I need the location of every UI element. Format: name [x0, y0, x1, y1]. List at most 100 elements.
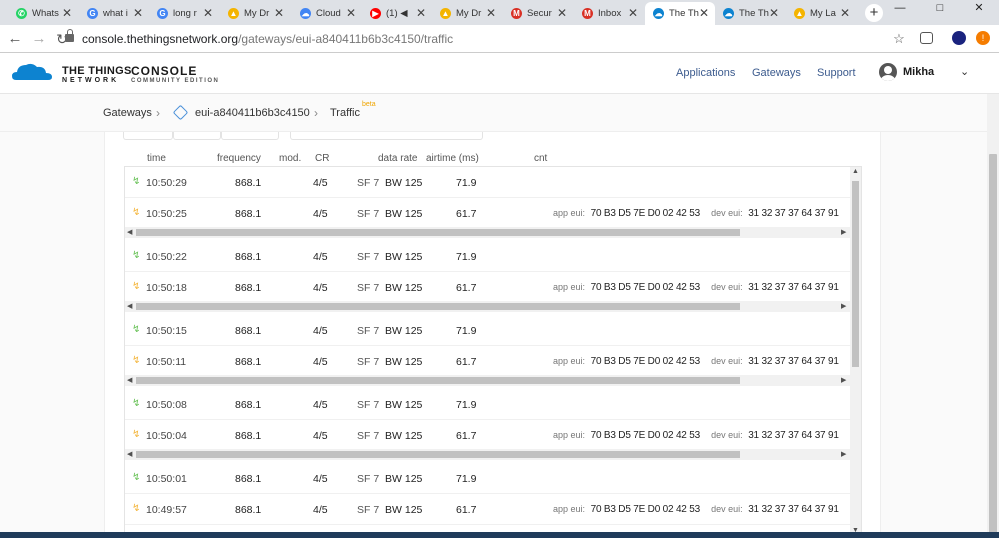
scrollbar-thumb[interactable]: [136, 451, 740, 458]
cell-eui: app eui: 70 B3 D5 7E D0 02 42 53 dev eui…: [553, 208, 839, 219]
browser-tab[interactable]: ✆ Whats ✕: [8, 2, 78, 25]
horizontal-scrollbar[interactable]: ◀ ▶: [125, 227, 851, 238]
tab-close-icon[interactable]: ✕: [274, 6, 284, 20]
tab-close-icon[interactable]: ✕: [346, 6, 356, 20]
tab-close-icon[interactable]: ✕: [486, 6, 496, 20]
browser-tab[interactable]: ☁ The Th ✕: [715, 2, 785, 25]
cell-airtime: 71.9: [456, 473, 477, 485]
close-window-button[interactable]: ✕: [959, 0, 999, 16]
nav-gateways[interactable]: Gateways: [752, 67, 801, 79]
nav-applications[interactable]: Applications: [676, 67, 735, 79]
scroll-left-icon[interactable]: ◀: [127, 301, 132, 312]
breadcrumb: Gateways › eui-a840411b6b3c4150 › Traffi…: [0, 94, 999, 132]
scroll-right-icon[interactable]: ▶: [841, 301, 846, 312]
tab-close-icon[interactable]: ✕: [699, 6, 709, 20]
filter-control[interactable]: [123, 132, 173, 140]
cell-data-rate: SF 7 BW 125: [357, 430, 422, 442]
tab-close-icon[interactable]: ✕: [203, 6, 213, 20]
cell-sf: SF 7: [357, 399, 380, 411]
scroll-up-icon[interactable]: ▲: [852, 168, 859, 175]
tab-close-icon[interactable]: ✕: [769, 6, 779, 20]
table-row[interactable]: ↯ 10:50:18 868.1 4/5 SF 7 BW 125 61.7 app eui:…: [125, 272, 851, 303]
tab-close-icon[interactable]: ✕: [557, 6, 567, 20]
cell-data-rate: SF 7 BW 125: [357, 473, 422, 485]
scrollbar-thumb[interactable]: [136, 229, 740, 236]
back-button[interactable]: ←: [5, 29, 25, 49]
table-row[interactable]: ↯ 10:50:15 868.1 4/5 SF 7 BW 125 71.9: [125, 315, 851, 346]
scroll-right-icon[interactable]: ▶: [841, 449, 846, 460]
cell-eui: app eui: 70 B3 D5 7E D0 02 42 53 dev eui…: [553, 282, 839, 293]
filter-control[interactable]: [221, 132, 279, 140]
cell-frequency: 868.1: [235, 356, 262, 368]
page-scrollbar-thumb[interactable]: [989, 154, 997, 534]
downlink-bolt-icon: ↯: [132, 207, 141, 218]
cell-frequency: 868.1: [235, 208, 262, 220]
vertical-scrollbar[interactable]: ▲ ▼: [850, 167, 861, 537]
scroll-left-icon[interactable]: ◀: [127, 227, 132, 238]
minimize-button[interactable]: —: [880, 0, 920, 16]
page-scrollbar[interactable]: [987, 94, 999, 538]
breadcrumb-gateway-id[interactable]: eui-a840411b6b3c4150: [195, 107, 310, 119]
cell-time: 10:49:57: [146, 504, 187, 516]
tab-close-icon[interactable]: ✕: [840, 6, 850, 20]
traffic-table[interactable]: ▲ ▼ ↯ 10:50:29 868.1 4/5 SF 7 BW 125 71.9 ↯ 10:…: [124, 166, 862, 538]
table-row[interactable]: ↯ 10:50:04 868.1 4/5 SF 7 BW 125 61.7 app eui:…: [125, 420, 851, 451]
horizontal-scrollbar[interactable]: ◀ ▶: [125, 301, 851, 312]
cell-airtime: 61.7: [456, 208, 477, 220]
downlink-bolt-icon: ↯: [132, 429, 141, 440]
scroll-right-icon[interactable]: ▶: [841, 375, 846, 386]
browser-tab[interactable]: ▲ My Dr ✕: [220, 2, 290, 25]
extension-icon[interactable]: [920, 32, 933, 44]
forward-button[interactable]: →: [29, 29, 49, 49]
browser-tab[interactable]: M Secur ✕: [503, 2, 573, 25]
horizontal-scrollbar[interactable]: ◀ ▶: [125, 449, 851, 460]
downlink-bolt-icon: ↯: [132, 281, 141, 292]
cell-data-rate: SF 7 BW 125: [357, 325, 422, 337]
uplink-bolt-icon: ↯: [132, 398, 141, 409]
filter-control[interactable]: [173, 132, 221, 140]
table-row[interactable]: ↯ 10:50:25 868.1 4/5 SF 7 BW 125 61.7 app eui:…: [125, 198, 851, 229]
browser-tab[interactable]: ▲ My La ✕: [786, 2, 856, 25]
browser-tab[interactable]: ▲ My Dr ✕: [432, 2, 502, 25]
cell-sf: SF 7: [357, 356, 380, 368]
breadcrumb-traffic: Traffic: [330, 107, 360, 119]
username[interactable]: Mikha: [903, 66, 934, 78]
app-eui-label: app eui:: [553, 282, 586, 292]
browser-tab[interactable]: Gwhat i ✕: [79, 2, 149, 25]
tab-close-icon[interactable]: ✕: [628, 6, 638, 20]
table-row[interactable]: ↯ 10:50:01 868.1 4/5 SF 7 BW 125 71.9: [125, 463, 851, 494]
tab-close-icon[interactable]: ✕: [133, 6, 143, 20]
table-row[interactable]: ↯ 10:50:22 868.1 4/5 SF 7 BW 125 71.9: [125, 241, 851, 272]
tab-close-icon[interactable]: ✕: [62, 6, 72, 20]
table-row[interactable]: ↯ 10:50:29 868.1 4/5 SF 7 BW 125 71.9: [125, 167, 851, 198]
profile-icon[interactable]: [952, 31, 966, 45]
scroll-left-icon[interactable]: ◀: [127, 375, 132, 386]
browser-tab[interactable]: Glong r ✕: [149, 2, 219, 25]
scroll-right-icon[interactable]: ▶: [841, 227, 846, 238]
scrollbar-thumb[interactable]: [852, 181, 859, 367]
table-row[interactable]: ↯ 10:50:11 868.1 4/5 SF 7 BW 125 61.7 app eui:…: [125, 346, 851, 377]
maximize-button[interactable]: □: [920, 0, 960, 16]
user-avatar-icon[interactable]: [879, 63, 897, 81]
table-row[interactable]: ↯ 10:49:57 868.1 4/5 SF 7 BW 125 61.7 app eui:…: [125, 494, 851, 525]
cell-data-rate: SF 7 BW 125: [357, 177, 422, 189]
scrollbar-thumb[interactable]: [136, 377, 740, 384]
scroll-left-icon[interactable]: ◀: [127, 449, 132, 460]
tab-close-icon[interactable]: ✕: [416, 6, 426, 20]
ttn-cloud-logo-icon[interactable]: [12, 62, 52, 82]
browser-tab[interactable]: ☁ Cloud ✕: [292, 2, 362, 25]
browser-tab[interactable]: M Inbox ✕: [574, 2, 644, 25]
bookmark-star-icon[interactable]: ☆: [889, 29, 909, 49]
address-bar[interactable]: console.thethingsnetwork.org/gateways/eu…: [82, 29, 453, 49]
breadcrumb-gateways[interactable]: Gateways: [103, 107, 152, 119]
browser-tab[interactable]: ☁ The Th ✕: [645, 2, 715, 25]
update-alert-icon[interactable]: !: [976, 31, 990, 45]
filter-control[interactable]: [290, 132, 483, 140]
cell-bw: BW 125: [385, 251, 423, 263]
browser-tab[interactable]: ▶ (1) ◀ ✕: [362, 2, 432, 25]
table-row[interactable]: ↯ 10:50:08 868.1 4/5 SF 7 BW 125 71.9: [125, 389, 851, 420]
horizontal-scrollbar[interactable]: ◀ ▶: [125, 375, 851, 386]
chevron-down-icon[interactable]: ⌄: [960, 65, 969, 78]
nav-support[interactable]: Support: [817, 67, 856, 79]
scrollbar-thumb[interactable]: [136, 303, 740, 310]
